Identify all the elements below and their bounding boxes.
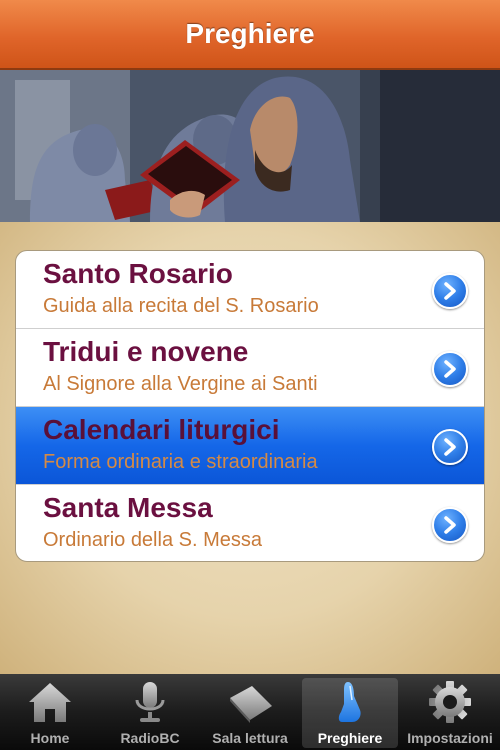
disclosure-arrow-icon[interactable]	[432, 507, 468, 543]
menu-item-calendari-liturgici[interactable]: Calendari liturgici Forma ordinaria e st…	[16, 407, 484, 485]
menu-item-title: Calendari liturgici	[43, 414, 280, 445]
tab-label: RadioBC	[120, 730, 180, 746]
disclosure-arrow-icon[interactable]	[432, 429, 468, 465]
tab-home[interactable]: Home	[2, 674, 98, 750]
home-icon	[29, 683, 71, 722]
gear-icon	[429, 681, 471, 723]
menu-item-santo-rosario[interactable]: Santo Rosario Guida alla recita del S. R…	[16, 251, 484, 329]
header-banner-image	[0, 70, 500, 222]
tab-bar: Home RadioBC Sala lettura Preghiere Impo…	[0, 674, 500, 750]
tab-label: Impostazioni	[407, 730, 493, 746]
tab-label: Sala lettura	[212, 730, 288, 746]
page-title: Preghiere	[185, 18, 315, 49]
monks-praying-photo	[0, 70, 500, 222]
microphone-icon	[135, 682, 165, 722]
praying-hands-icon	[338, 682, 361, 722]
tab-preghiere[interactable]: Preghiere	[302, 678, 398, 748]
tab-sala-lettura[interactable]: Sala lettura	[202, 674, 298, 750]
menu-item-subtitle: Guida alla recita del S. Rosario	[43, 295, 319, 317]
menu-item-title: Santo Rosario	[43, 258, 233, 289]
menu-item-subtitle: Forma ordinaria e straordinaria	[43, 451, 318, 473]
menu-item-subtitle: Al Signore alla Vergine ai Santi	[43, 373, 318, 395]
tab-label: Preghiere	[317, 730, 383, 746]
tab-radiobc[interactable]: RadioBC	[102, 674, 198, 750]
book-icon	[230, 686, 272, 723]
tab-label: Home	[30, 730, 70, 746]
menu-item-subtitle: Ordinario della S. Messa	[43, 529, 262, 551]
menu-item-title: Tridui e novene	[43, 336, 249, 367]
disclosure-arrow-icon[interactable]	[432, 273, 468, 309]
disclosure-arrow-icon[interactable]	[432, 351, 468, 387]
navigation-bar: Preghiere	[0, 0, 500, 70]
menu-item-tridui-novene[interactable]: Tridui e novene Al Signore alla Vergine …	[16, 329, 484, 407]
tab-impostazioni[interactable]: Impostazioni	[402, 674, 498, 750]
prayer-menu-list: Santo Rosario Guida alla recita del S. R…	[15, 250, 485, 562]
menu-item-title: Santa Messa	[43, 492, 213, 523]
menu-item-santa-messa[interactable]: Santa Messa Ordinario della S. Messa	[16, 485, 484, 561]
